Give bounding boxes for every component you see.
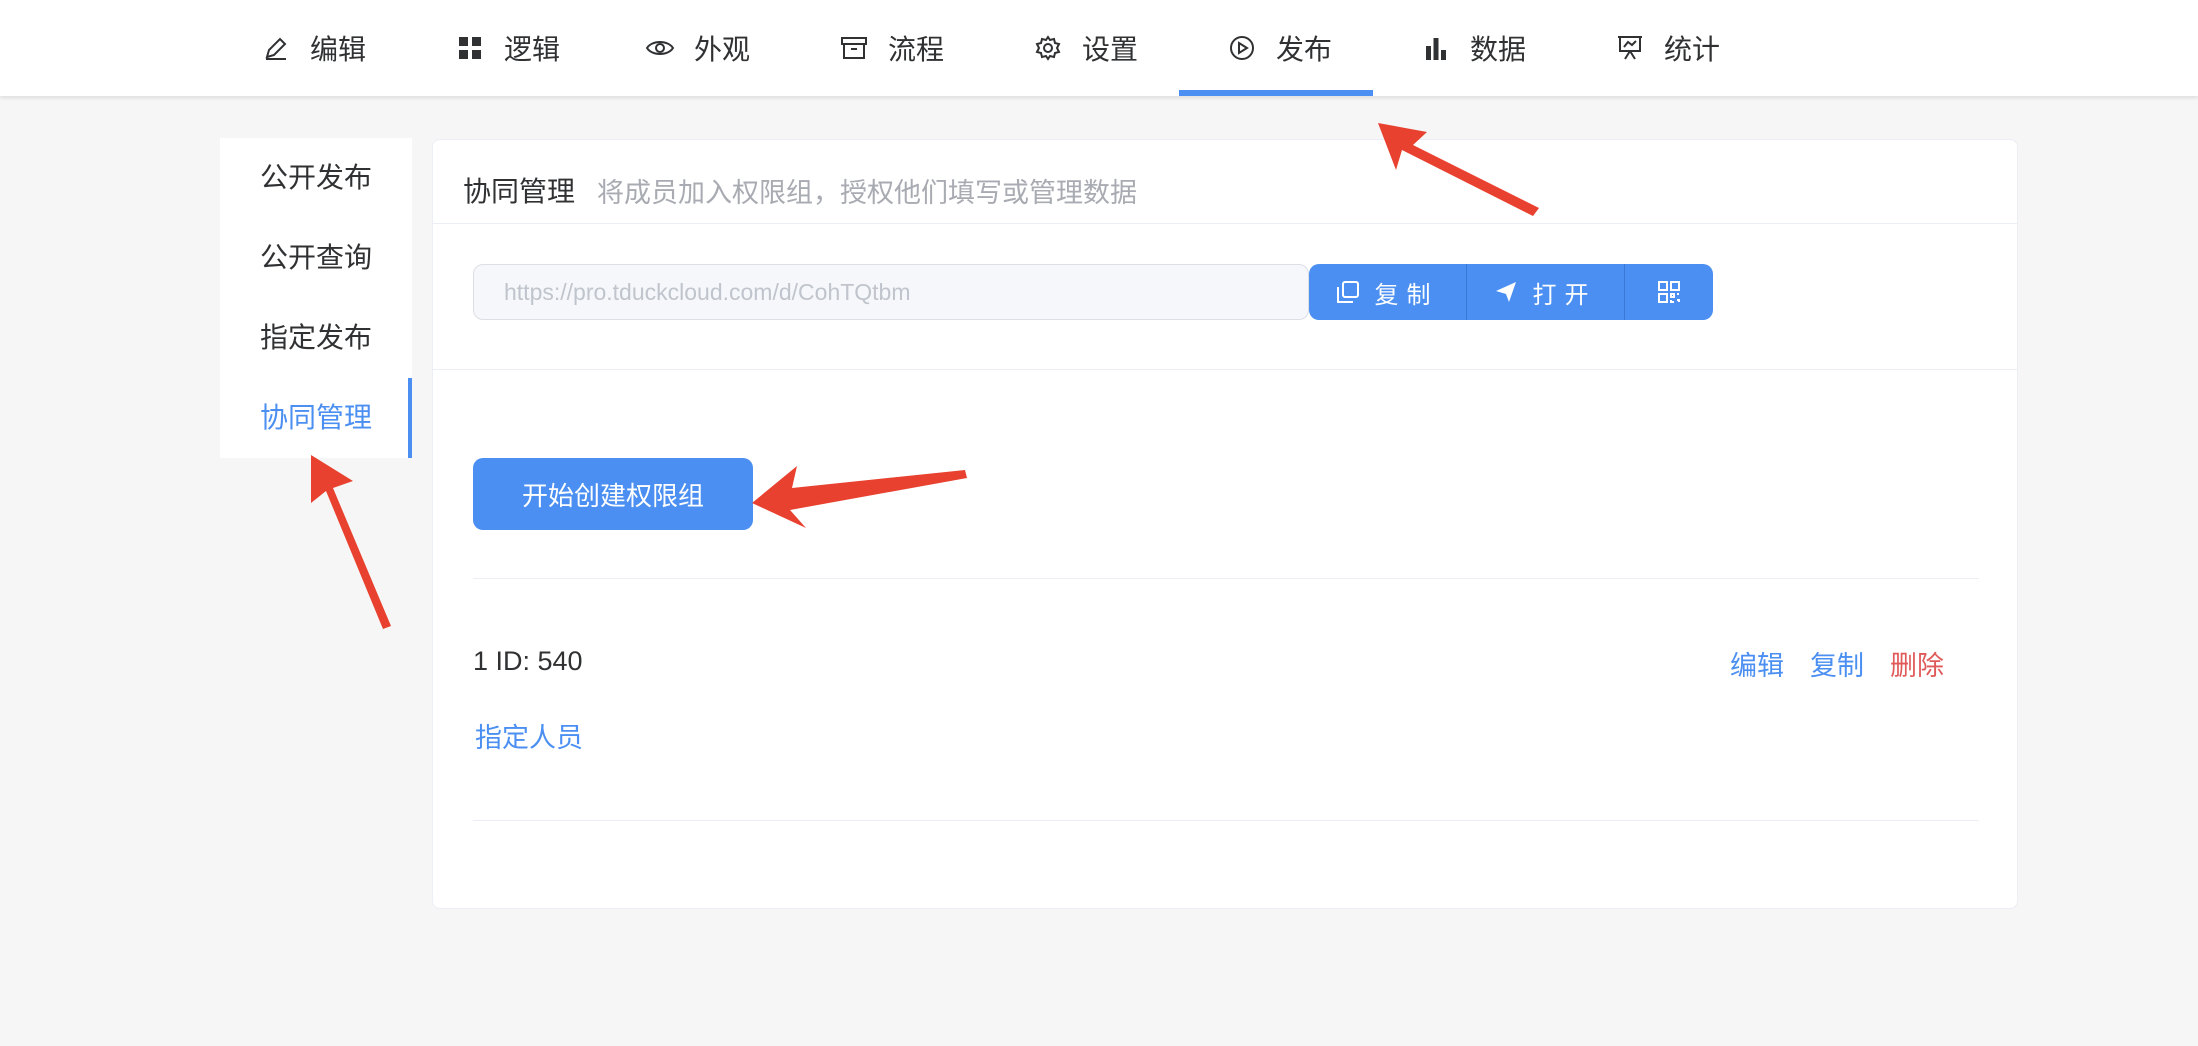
presentation-icon (1616, 34, 1644, 62)
nav-item-publish[interactable]: 发布 (1228, 0, 1332, 96)
side-active-indicator (408, 378, 412, 458)
page-title: 协同管理 (463, 175, 576, 208)
qrcode-button[interactable] (1625, 264, 1713, 320)
sidebar-item-public-query[interactable]: 公开查询 (260, 238, 372, 278)
play-circle-icon (1228, 34, 1256, 62)
sidebar-item-public-publish[interactable]: 公开发布 (260, 158, 372, 198)
eye-icon (646, 34, 674, 62)
copy-button[interactable]: 复制 (1309, 264, 1467, 320)
edit-group-link[interactable]: 编辑 (1730, 644, 1784, 683)
nav-item-flow[interactable]: 流程 (840, 0, 944, 96)
open-button[interactable]: 打开 (1467, 264, 1625, 320)
sidebar-item-collaboration[interactable]: 协同管理 (260, 398, 372, 438)
card-header: 协同管理 将成员加入权限组，授权他们填写或管理数据 (463, 170, 1137, 210)
sidebar-item-designated-publish[interactable]: 指定发布 (260, 318, 372, 358)
pencil-icon (262, 34, 290, 62)
share-url-input[interactable]: https://pro.tduckcloud.com/d/CohTQtbm (473, 264, 1309, 320)
bar-chart-icon (1422, 34, 1450, 62)
copy-icon (1336, 281, 1359, 303)
annotation-arrow-sidebar (311, 455, 391, 629)
side-menu: 公开发布 公开查询 指定发布 协同管理 (220, 138, 412, 458)
group-top-divider (473, 578, 1979, 579)
send-icon (1495, 281, 1517, 303)
nav-item-logic[interactable]: 逻辑 (456, 0, 560, 96)
header-divider (433, 223, 2017, 224)
group-bottom-divider (473, 820, 1979, 821)
nav-item-settings[interactable]: 设置 (1034, 0, 1138, 96)
assign-members-link[interactable]: 指定人员 (475, 716, 583, 755)
active-tab-indicator (1179, 90, 1373, 96)
archive-icon (840, 34, 868, 62)
nav-item-edit[interactable]: 编辑 (262, 0, 366, 96)
grid-icon (456, 34, 484, 62)
permission-group-id: 1 ID: 540 (473, 646, 583, 676)
qrcode-icon (1658, 281, 1680, 303)
url-button-group: 复制 打开 (1309, 264, 1713, 320)
delete-group-link[interactable]: 删除 (1890, 644, 1944, 683)
nav-item-stats[interactable]: 统计 (1616, 0, 1720, 96)
create-permission-group-button[interactable]: 开始创建权限组 (473, 458, 753, 530)
gear-icon (1034, 34, 1062, 62)
top-nav: 编辑 逻辑 外观 流程 设置 发布 数据 统计 (0, 0, 2198, 96)
copy-group-link[interactable]: 复制 (1810, 644, 1864, 683)
page-subtitle: 将成员加入权限组，授权他们填写或管理数据 (597, 177, 1138, 209)
nav-item-data[interactable]: 数据 (1422, 0, 1526, 96)
collaboration-card: 协同管理 将成员加入权限组，授权他们填写或管理数据 https://pro.td… (432, 139, 2018, 909)
nav-item-appearance[interactable]: 外观 (646, 0, 750, 96)
url-divider (433, 369, 2017, 370)
